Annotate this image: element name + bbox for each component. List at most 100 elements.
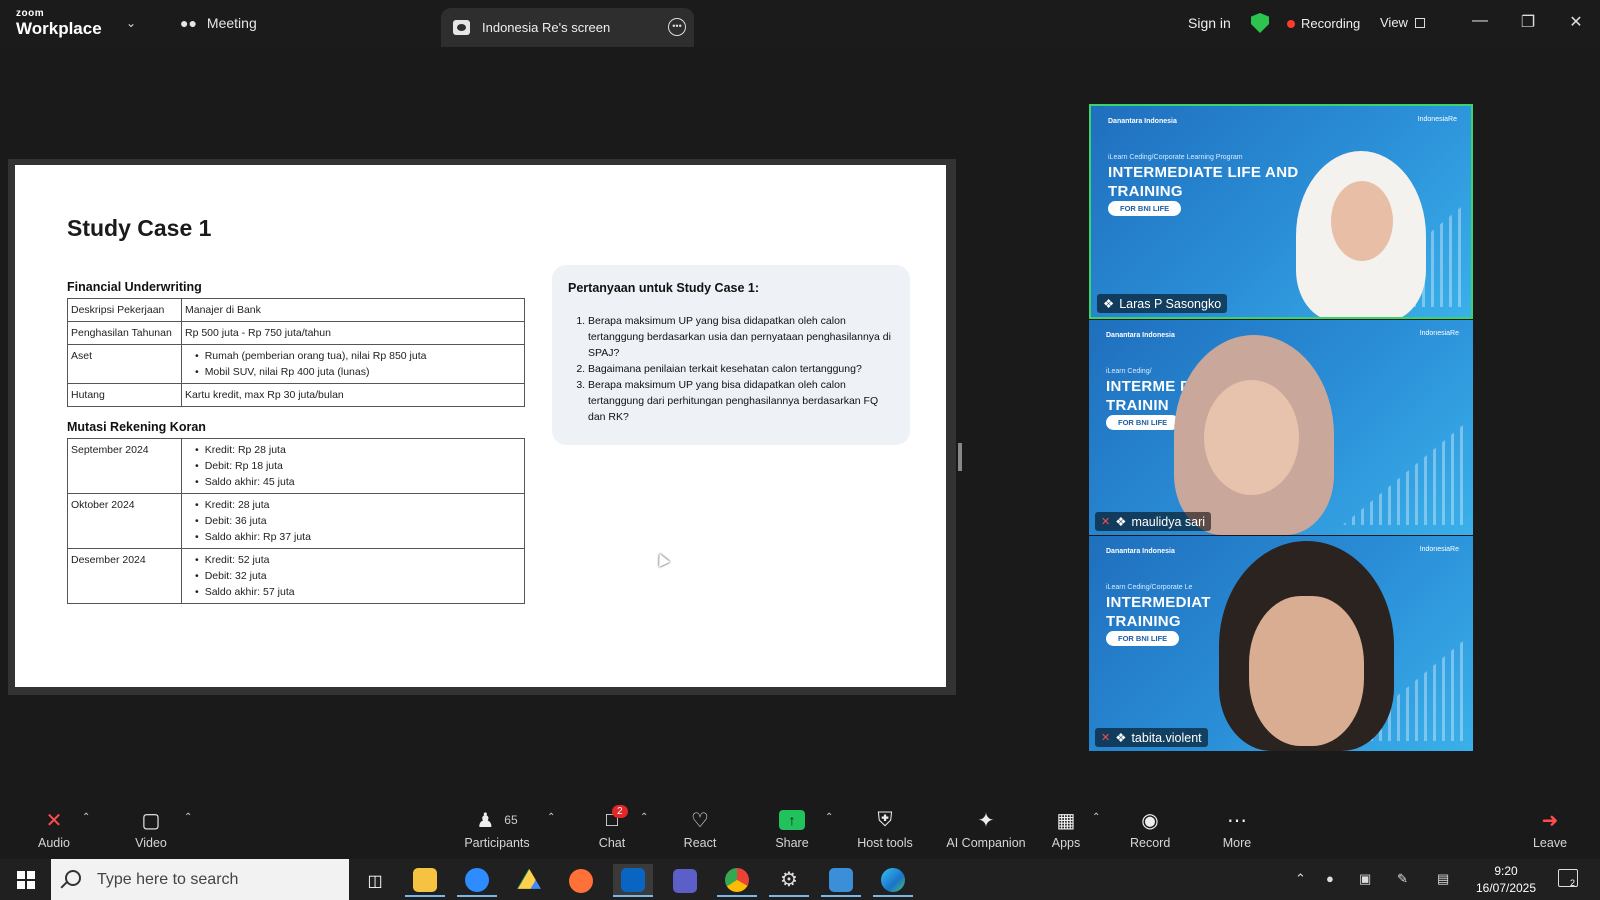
danantara-logo: Danantara Indonesia xyxy=(1106,548,1175,555)
video-tile-laras[interactable]: Danantara Indonesia IndonesiaRe iLearn C… xyxy=(1089,104,1473,319)
participant-name-label: ❖ Laras P Sasongko xyxy=(1097,294,1228,313)
keyboard-icon[interactable]: ▤ xyxy=(1437,871,1449,887)
apps-button[interactable]: ▦ Apps xyxy=(1046,806,1086,851)
view-layout-icon xyxy=(1415,18,1425,28)
brand-bottom: Workplace xyxy=(16,19,102,38)
chrome-icon[interactable] xyxy=(717,864,757,897)
video-tile-maulidya[interactable]: Danantara Indonesia IndonesiaRe iLearn C… xyxy=(1089,320,1473,535)
notification-center-icon[interactable]: 2 xyxy=(1558,869,1578,888)
zoom-app-icon[interactable] xyxy=(457,864,497,897)
display-icon[interactable]: ▣ xyxy=(1359,871,1371,887)
google-drive-icon[interactable] xyxy=(509,864,549,897)
microphone-icon[interactable]: ● xyxy=(1326,871,1334,886)
host-tools-button[interactable]: ⛨ Host tools xyxy=(855,806,915,851)
chat-options-chevron-icon[interactable]: ⌃ xyxy=(640,812,648,823)
windows-start-icon[interactable] xyxy=(17,871,35,889)
record-dot-icon xyxy=(1287,19,1295,28)
teams-icon[interactable] xyxy=(665,864,705,897)
pen-icon[interactable]: ✎ xyxy=(1397,871,1408,887)
firefox-icon[interactable] xyxy=(561,864,601,897)
record-icon: ◉ xyxy=(1141,809,1159,832)
pin-icon: ❖ xyxy=(1115,731,1127,745)
video-options-chevron-icon[interactable]: ⌃ xyxy=(184,812,192,823)
table-row: Oktober 2024 Kredit: 28 juta Debit: 36 j… xyxy=(67,493,525,549)
share-label: Share xyxy=(775,836,809,850)
restore-icon[interactable]: ❐ xyxy=(1518,12,1538,32)
video-tile-tabita[interactable]: Danantara Indonesia IndonesiaRe iLearn C… xyxy=(1089,536,1473,751)
table-cell: Manajer di Bank xyxy=(181,298,525,322)
leave-button[interactable]: ➜ Leave xyxy=(1530,806,1570,851)
table-cell: Rp 500 juta - Rp 750 juta/tahun xyxy=(181,321,525,345)
participants-button[interactable]: ♟ 65 Participants xyxy=(462,806,532,851)
bni-life-pill: FOR BNI LIFE xyxy=(1106,415,1180,430)
list-item: Saldo akhir: 57 juta xyxy=(195,584,521,600)
bni-life-pill: FOR BNI LIFE xyxy=(1106,631,1180,646)
participants-icon: ♟ 65 xyxy=(476,809,518,832)
table-cell: Oktober 2024 xyxy=(67,493,182,549)
table-cell: Deskripsi Pekerjaan xyxy=(67,298,182,322)
mic-muted-icon: ✕ xyxy=(1101,732,1111,744)
question-item: Bagaimana penilaian terkait kesehatan ca… xyxy=(588,361,894,377)
list-item: Debit: 36 juta xyxy=(195,513,521,529)
photos-icon[interactable] xyxy=(821,864,861,897)
leave-label: Leave xyxy=(1532,836,1568,850)
video-label: Video xyxy=(135,836,167,850)
table-cell: Kredit: 52 juta Debit: 32 juta Saldo akh… xyxy=(181,548,525,604)
share-button[interactable]: ↑ Share xyxy=(772,806,812,850)
ai-companion-label: AI Companion xyxy=(946,836,1026,850)
danantara-logo: Danantara Indonesia xyxy=(1108,118,1177,125)
edge-icon[interactable] xyxy=(873,864,913,897)
settings-gear-icon[interactable]: ⚙ xyxy=(769,864,809,897)
chat-badge: 2 xyxy=(612,805,628,818)
meeting-tab[interactable]: ●● Meeting xyxy=(180,15,257,31)
sign-in-button[interactable]: Sign in xyxy=(1188,15,1231,31)
clock-time: 9:20 xyxy=(1494,864,1518,878)
slide-title: Study Case 1 xyxy=(67,215,212,241)
banner-heading: INTERMEDIAT TRAINING xyxy=(1106,593,1211,631)
table-cell: Hutang xyxy=(67,383,182,407)
outlook-icon[interactable] xyxy=(613,864,653,897)
task-view-icon[interactable]: ◫ xyxy=(355,864,395,897)
zoom-workplace-logo[interactable]: zoom Workplace xyxy=(16,8,102,38)
view-button[interactable]: View xyxy=(1380,15,1408,30)
react-button[interactable]: ♡ React xyxy=(680,806,720,851)
more-button[interactable]: ⋯ More xyxy=(1217,806,1257,851)
share-options-chevron-icon[interactable]: ⌃ xyxy=(825,812,833,823)
participants-count: 65 xyxy=(504,813,518,827)
audio-options-chevron-icon[interactable]: ⌃ xyxy=(82,812,90,823)
program-text: iLearn Ceding/Corporate Le xyxy=(1106,584,1193,591)
security-shield-icon[interactable] xyxy=(1251,13,1269,33)
file-explorer-icon[interactable] xyxy=(405,864,445,897)
apps-options-chevron-icon[interactable]: ⌃ xyxy=(1092,812,1100,823)
shared-screen-tab[interactable]: Indonesia Re's screen ••• xyxy=(441,8,694,47)
chevron-down-icon[interactable]: ⌄ xyxy=(126,16,136,30)
splitter-handle[interactable] xyxy=(958,443,962,471)
shield-icon: ⛨ xyxy=(877,808,893,831)
list-item: Saldo akhir: Rp 37 juta xyxy=(195,529,521,545)
audio-button[interactable]: ✕ Audio xyxy=(34,806,74,851)
bni-life-pill: FOR BNI LIFE xyxy=(1108,201,1182,216)
sparkle-icon: ✦ xyxy=(977,809,995,832)
minimize-icon[interactable]: — xyxy=(1470,12,1490,30)
participants-options-chevron-icon[interactable]: ⌃ xyxy=(547,812,555,823)
record-button[interactable]: ◉ Record xyxy=(1130,806,1170,851)
table-cell: Kredit: Rp 28 juta Debit: Rp 18 juta Sal… xyxy=(181,438,525,494)
presentation-slide: Study Case 1 Financial Underwriting Desk… xyxy=(15,165,946,687)
tray-chevron-up-icon[interactable]: ⌃ xyxy=(1295,871,1306,887)
recording-indicator[interactable]: Recording xyxy=(1287,16,1360,31)
table-cell: Aset xyxy=(67,344,182,384)
tab-label: Indonesia Re's screen xyxy=(482,20,611,35)
more-icon[interactable]: ••• xyxy=(668,18,686,36)
taskbar-clock[interactable]: 9:20 16/07/2025 xyxy=(1471,863,1541,897)
table-cell: Kredit: 28 juta Debit: 36 juta Saldo akh… xyxy=(181,493,525,549)
brand-top: zoom xyxy=(16,8,45,19)
table-row: September 2024 Kredit: Rp 28 juta Debit:… xyxy=(67,438,525,494)
financial-heading: Financial Underwriting xyxy=(67,280,202,294)
taskbar-search-box[interactable]: Type here to search xyxy=(51,859,349,900)
chat-button[interactable]: □ 2 Chat xyxy=(592,805,632,850)
video-button[interactable]: ▢ Video xyxy=(131,806,171,851)
indonesiare-logo: IndonesiaRe xyxy=(1419,330,1459,337)
ai-companion-button[interactable]: ✦ AI Companion xyxy=(946,806,1026,851)
close-icon[interactable]: ✕ xyxy=(1566,12,1586,32)
mutasi-table: September 2024 Kredit: Rp 28 juta Debit:… xyxy=(67,438,525,604)
